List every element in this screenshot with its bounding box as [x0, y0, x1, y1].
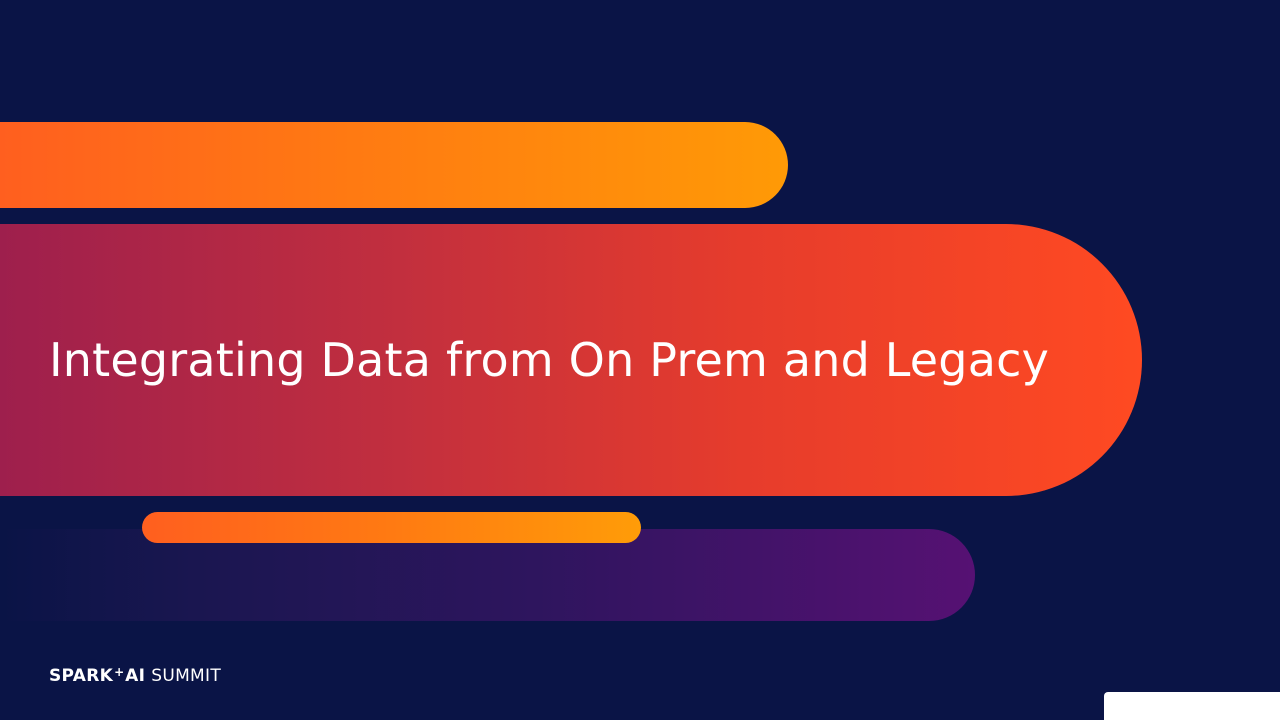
spark-ai-summit-logo: SPARK + AI SUMMIT [49, 665, 221, 687]
logo-word-spark: SPARK [49, 666, 114, 686]
decorative-orange-bar-top [0, 122, 788, 208]
corner-white-box [1104, 692, 1280, 720]
logo-word-ai: AI [125, 666, 146, 686]
logo-plus: + [114, 665, 125, 679]
logo-word-summit: SUMMIT [151, 666, 222, 686]
slide: Integrating Data from On Prem and Legacy… [0, 0, 1280, 720]
decorative-orange-bar-small [142, 512, 641, 543]
slide-title: Integrating Data from On Prem and Legacy [49, 333, 1050, 387]
